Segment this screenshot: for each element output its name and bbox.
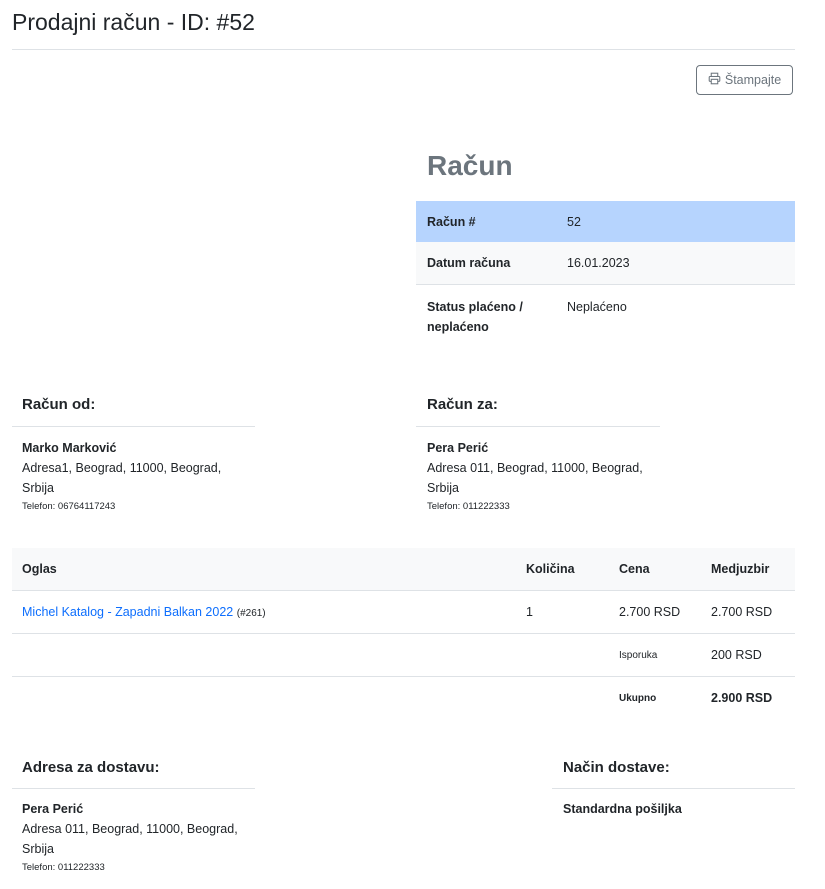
total-value: 2.900 RSD <box>711 691 773 705</box>
seller-name: Marko Marković <box>22 441 117 455</box>
buyer-name: Pera Perić <box>427 441 489 455</box>
invoice-number-row: Račun # 52 <box>416 201 795 242</box>
shipping-address-block: Pera Perić Adresa 011, Beograd, 11000, B… <box>22 799 247 877</box>
payment-status-label: Status plaćeno / neplaćeno <box>427 300 523 334</box>
item-subtotal: 2.700 RSD <box>701 590 795 634</box>
shipping-method-title: Način dostave: <box>563 759 670 776</box>
invoice-heading: Račun <box>427 150 513 181</box>
invoice-number-label: Račun # <box>416 201 556 242</box>
invoice-to-address-block: Pera Perić Adresa 011, Beograd, 11000, B… <box>427 438 652 516</box>
payment-status-value: Neplaćeno <box>567 300 627 314</box>
invoice-from-title: Račun od: <box>22 396 96 413</box>
buyer-phone: Telefon: 011222333 <box>427 501 510 512</box>
item-ad-cell: Michel Katalog - Zapadni Balkan 2022 (#2… <box>12 590 516 634</box>
item-price: 2.700 RSD <box>609 590 701 634</box>
print-button[interactable]: Štampajte <box>696 65 793 95</box>
shipping-method-divider <box>552 788 795 789</box>
recipient-phone: Telefon: 011222333 <box>22 862 105 873</box>
invoice-date-row: Datum računa 16.01.2023 <box>416 242 795 285</box>
print-button-label: Štampajte <box>724 73 782 87</box>
recipient-name: Pera Perić <box>22 802 84 816</box>
seller-address: Adresa1, Beograd, 11000, Beograd, Srbija <box>22 461 222 495</box>
seller-phone: Telefon: 06764117243 <box>22 501 116 512</box>
invoice-to-divider <box>416 426 660 427</box>
invoice-meta-table: Račun # 52 Datum računa 16.01.2023 Statu… <box>416 201 795 357</box>
shipping-value: 200 RSD <box>701 633 795 677</box>
items-table: Oglas Količina Cena Medjuzbir Michel Kat… <box>12 548 795 719</box>
recipient-address: Adresa 011, Beograd, 11000, Beograd, Srb… <box>22 822 238 856</box>
shipping-address-title: Adresa za dostavu: <box>22 759 160 776</box>
shipping-label: Isporuka <box>609 633 701 677</box>
col-header-subtotal: Medjuzbir <box>701 548 795 591</box>
shipping-address-divider <box>12 788 255 789</box>
invoice-date-label: Datum računa <box>416 242 556 285</box>
buyer-address: Adresa 011, Beograd, 11000, Beograd, Srb… <box>427 461 643 495</box>
item-ad-link[interactable]: Michel Katalog - Zapadni Balkan 2022 <box>22 605 233 619</box>
col-header-quantity: Količina <box>516 548 609 591</box>
title-divider <box>12 49 795 50</box>
shipping-method-value: Standardna pošiljka <box>563 802 682 816</box>
col-header-price: Cena <box>609 548 701 591</box>
item-ad-id: (#261) <box>236 608 266 619</box>
col-header-ad: Oglas <box>12 548 516 591</box>
invoice-from-divider <box>12 426 255 427</box>
total-row: Ukupno 2.900 RSD <box>12 677 795 720</box>
items-header-row: Oglas Količina Cena Medjuzbir <box>12 548 795 591</box>
total-label: Ukupno <box>619 692 657 704</box>
shipping-row: Isporuka 200 RSD <box>12 633 795 677</box>
payment-status-row: Status plaćeno / neplaćeno Neplaćeno <box>416 285 795 358</box>
invoice-number-value: 52 <box>556 201 795 242</box>
printer-icon <box>708 72 721 88</box>
table-row: Michel Katalog - Zapadni Balkan 2022 (#2… <box>12 590 795 634</box>
invoice-from-address-block: Marko Marković Adresa1, Beograd, 11000, … <box>22 438 247 516</box>
invoice-to-title: Račun za: <box>427 396 498 413</box>
page-title: Prodajni račun - ID: #52 <box>12 9 255 35</box>
invoice-date-value: 16.01.2023 <box>556 242 795 285</box>
item-quantity: 1 <box>516 590 609 634</box>
